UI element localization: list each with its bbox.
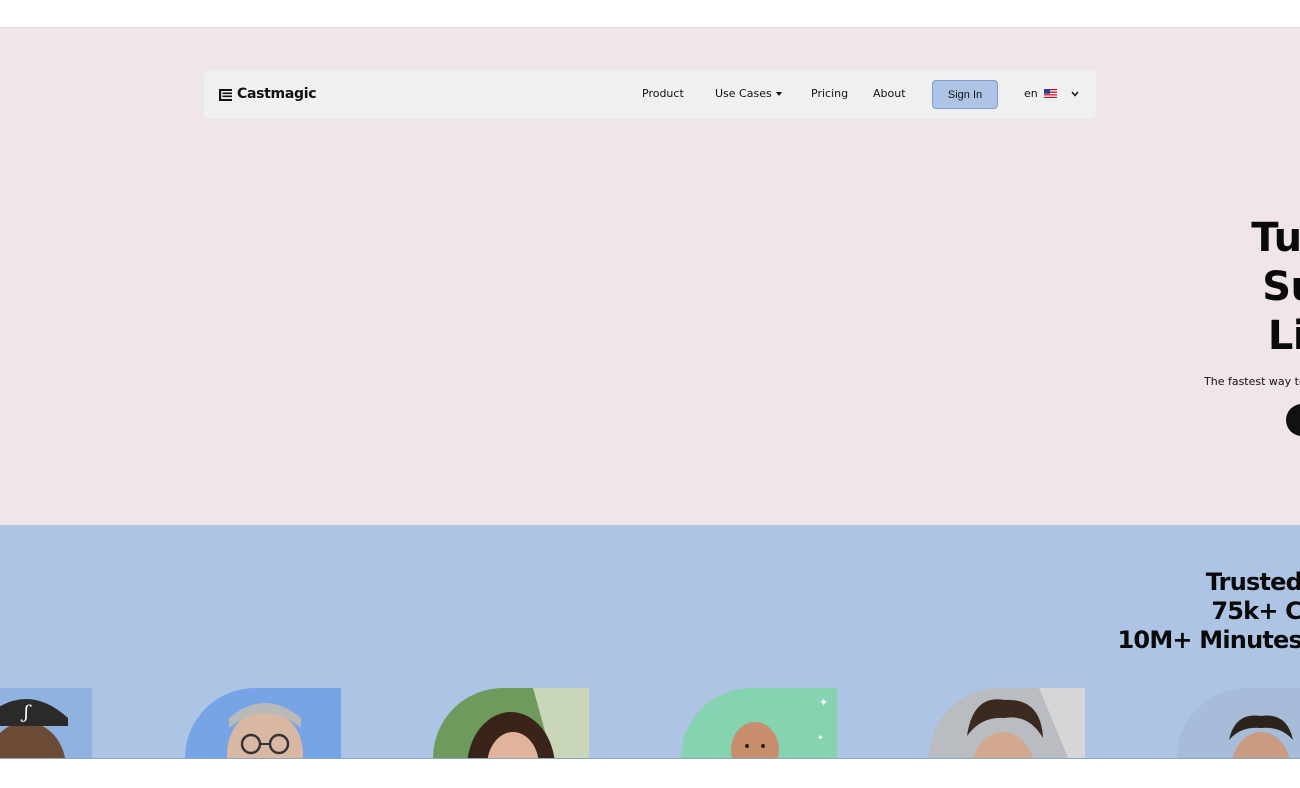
hero-cta-button[interactable] (1286, 404, 1300, 436)
nav-about[interactable]: About (873, 87, 906, 100)
nav-product[interactable]: Product (642, 87, 684, 100)
trusted-line-3: 10M+ Minutes (1117, 626, 1300, 654)
page: Castmagic Product Use Cases Pricing Abou… (0, 0, 1300, 788)
avatar-2 (185, 688, 341, 758)
language-selector[interactable]: en (1024, 87, 1079, 100)
hero-headline: Turn Sur Lik (1150, 214, 1300, 361)
trusted-line-2: 75k+ C (1211, 597, 1300, 625)
headline-line-3: Lik (1267, 313, 1300, 359)
top-strip (0, 0, 1300, 28)
castmagic-logo-icon (219, 88, 232, 101)
trusted-line-1: Trusted (1205, 568, 1300, 596)
caret-down-icon (775, 92, 782, 96)
logo-link[interactable]: Castmagic (218, 86, 317, 102)
hero-section: Castmagic Product Use Cases Pricing Abou… (0, 28, 1300, 525)
avatar-4: ✦ ✦ (681, 688, 837, 758)
avatar-5 (929, 688, 1085, 758)
trusted-heading: Trusted 75k+ C 10M+ Minutes (1118, 568, 1300, 655)
brand-name: Castmagic (237, 86, 317, 102)
language-code: en (1024, 87, 1038, 100)
headline-line-1: Turn (1251, 215, 1300, 261)
svg-text:✦: ✦ (819, 696, 828, 709)
trusted-section: Trusted 75k+ C 10M+ Minutes ʃ ✦ ✦ (0, 525, 1300, 759)
nav-pricing[interactable]: Pricing (811, 87, 848, 100)
headline-line-2: Sur (1262, 264, 1300, 310)
sign-in-button[interactable]: Sign In (932, 80, 998, 109)
hero-subtext: The fastest way to (1204, 375, 1300, 388)
bottom-strip (0, 759, 1300, 788)
us-flag-icon (1043, 89, 1057, 98)
svg-text:✦: ✦ (817, 733, 824, 742)
avatar-1: ʃ (0, 688, 92, 758)
nav-use-cases[interactable]: Use Cases (715, 87, 782, 100)
navbar: Castmagic Product Use Cases Pricing Abou… (203, 69, 1097, 120)
chevron-down-icon (1071, 91, 1079, 97)
avatar-3 (433, 688, 589, 758)
avatar-6 (1177, 688, 1300, 758)
nav-use-cases-label: Use Cases (715, 87, 772, 100)
